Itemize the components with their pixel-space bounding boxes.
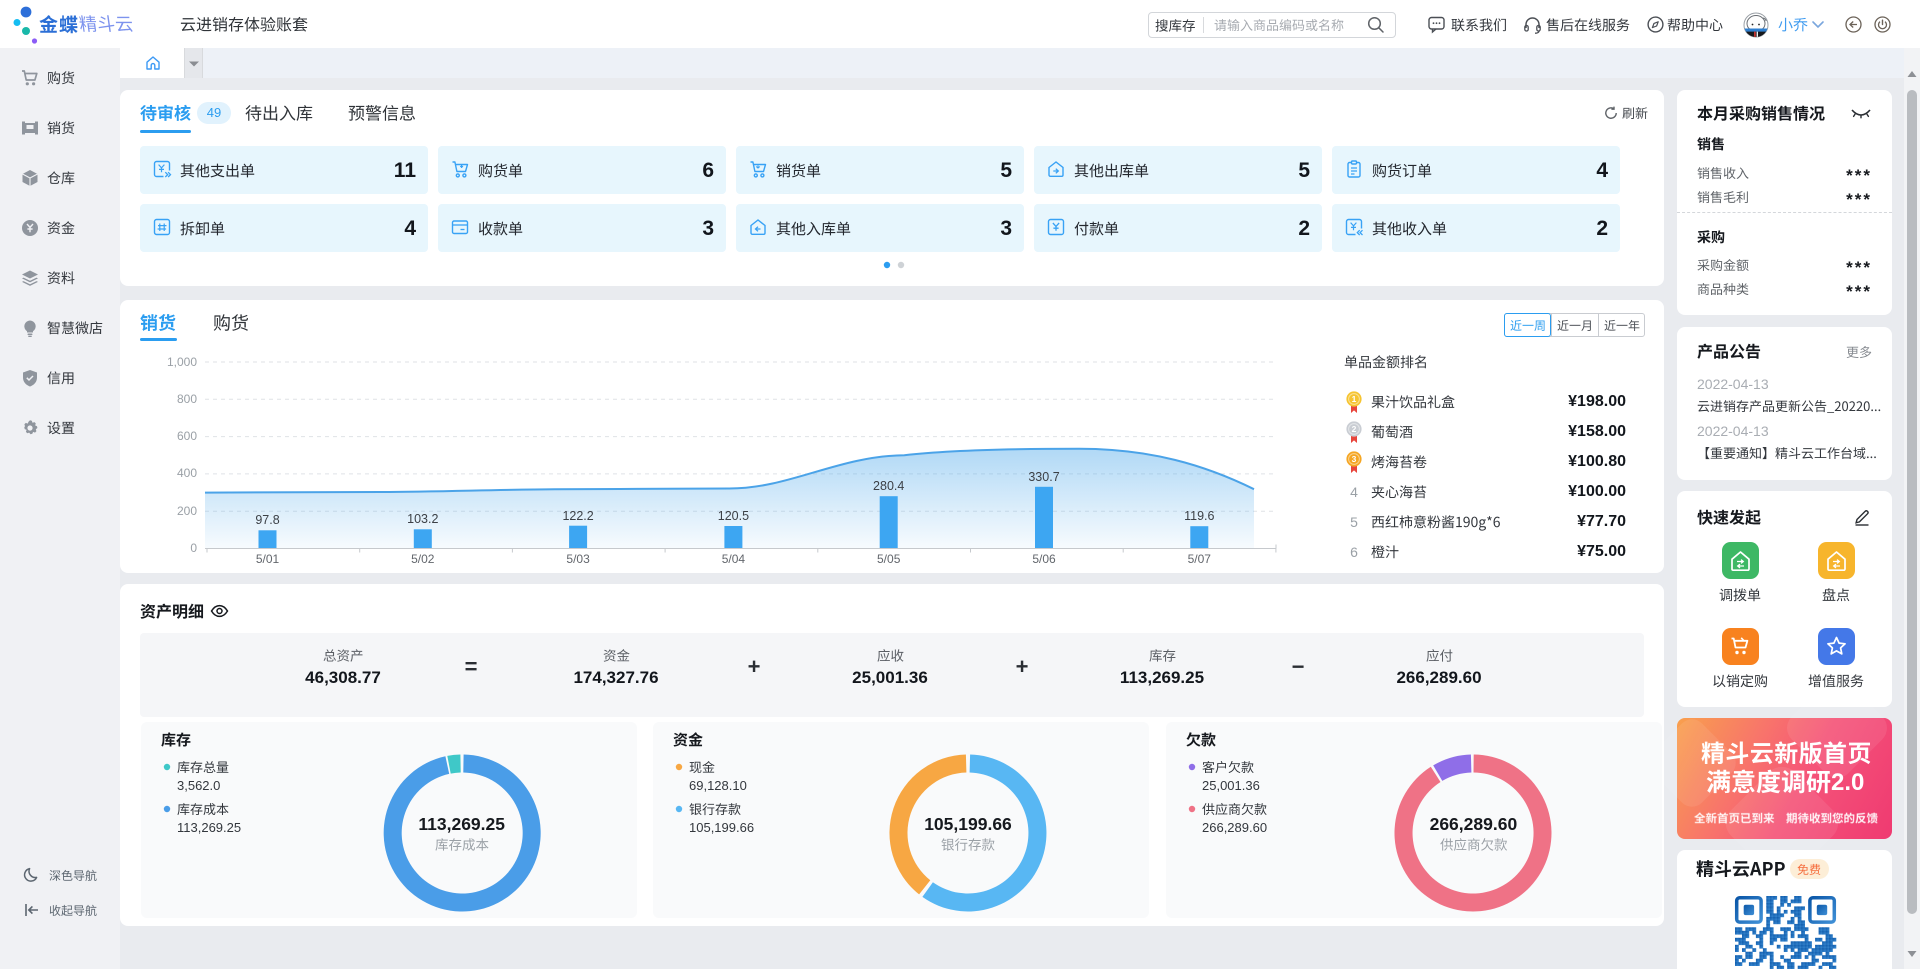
svg-text:2: 2: [1352, 424, 1357, 434]
svg-text:3: 3: [1352, 454, 1357, 464]
svg-text:1: 1: [1352, 394, 1357, 404]
